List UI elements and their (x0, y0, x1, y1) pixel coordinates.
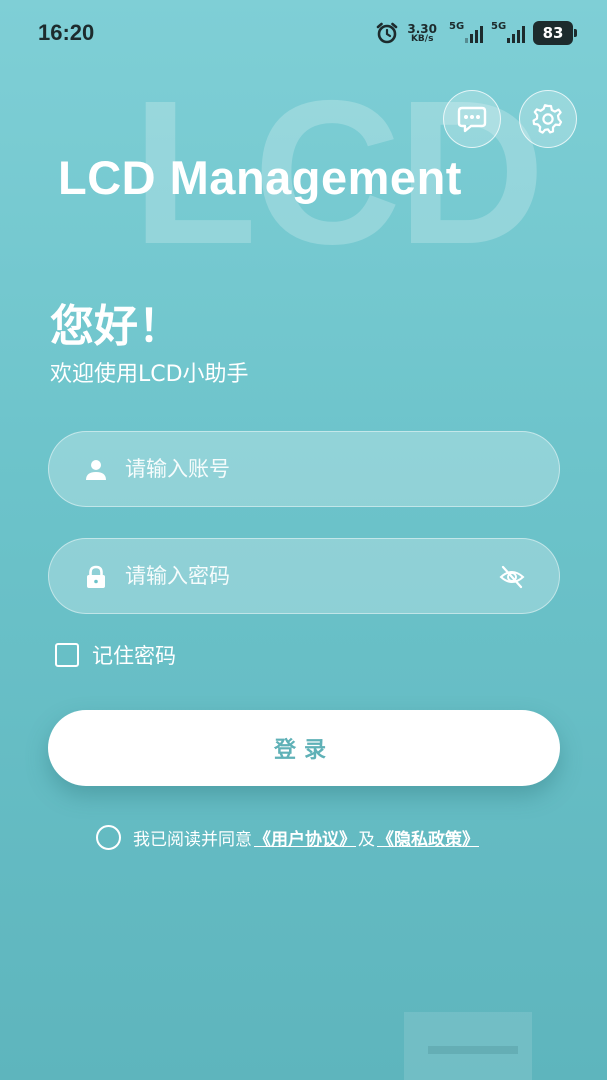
lock-icon (87, 565, 105, 588)
password-field[interactable] (48, 538, 560, 614)
signal-1-label: 5G (449, 21, 465, 32)
user-agreement-link[interactable]: 《用户协议》 (254, 825, 356, 850)
account-input[interactable] (125, 432, 505, 506)
status-icons: 3.30 KB/s 5G 5G 83 (375, 20, 577, 46)
remember-password-label: 记住密码 (92, 644, 176, 668)
message-button[interactable] (443, 90, 501, 148)
remember-password[interactable]: 记住密码 (55, 640, 176, 670)
network-speed-value: 3.30 (407, 21, 437, 36)
gear-icon (532, 104, 563, 134)
agreement-prefix: 我已阅读并同意 (133, 830, 252, 850)
network-speed: 3.30 KB/s (407, 23, 437, 44)
signal-icon: 5G (449, 21, 483, 45)
remember-password-checkbox[interactable] (55, 643, 79, 667)
chat-bubble-icon (457, 106, 487, 133)
privacy-policy-link[interactable]: 《隐私政策》 (377, 825, 479, 850)
battery-icon: 83 (533, 21, 577, 45)
greeting-title: 您好！ (50, 301, 182, 352)
password-input[interactable] (125, 539, 505, 613)
status-bar: 16:20 3.30 KB/s 5G 5G 83 (0, 0, 607, 64)
eye-off-icon[interactable] (499, 565, 525, 589)
decorative-block (404, 1012, 532, 1080)
agreement-conjunction: 及 (358, 830, 375, 850)
app-title: LCD Management (58, 151, 462, 204)
signal-2-label: 5G (491, 21, 507, 32)
account-field[interactable] (48, 431, 560, 507)
settings-button[interactable] (519, 90, 577, 148)
signal-icon: 5G (491, 21, 525, 45)
greeting-subtitle: 欢迎使用LCD小助手 (50, 362, 249, 387)
agreement-radio[interactable] (96, 825, 121, 850)
login-button[interactable]: 登录 (48, 710, 560, 786)
network-speed-unit: KB/s (410, 33, 434, 44)
alarm-icon (377, 22, 398, 44)
battery-level: 83 (542, 24, 564, 42)
status-time: 16:20 (38, 20, 95, 45)
agreement-row: 我已阅读并同意 《用户协议》 及 《隐私政策》 (96, 825, 481, 850)
user-icon (86, 460, 106, 480)
